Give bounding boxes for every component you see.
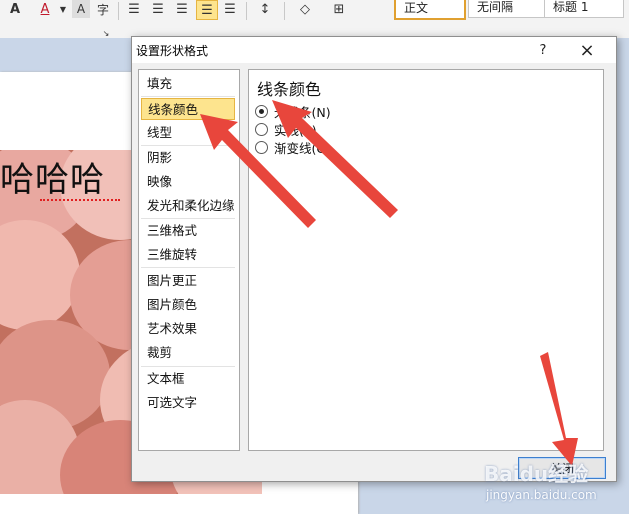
arrow-to-close xyxy=(540,352,578,466)
annotation-arrows xyxy=(200,100,578,466)
watermark-url-text: jingyan.baidu.com xyxy=(486,488,597,502)
arrow-to-line-color xyxy=(200,114,316,228)
watermark-brand: Baidu经验 xyxy=(484,462,589,486)
watermark-url: jingyan.baidu.com xyxy=(486,488,597,502)
watermark-logo: Baidu经验 xyxy=(484,458,588,487)
